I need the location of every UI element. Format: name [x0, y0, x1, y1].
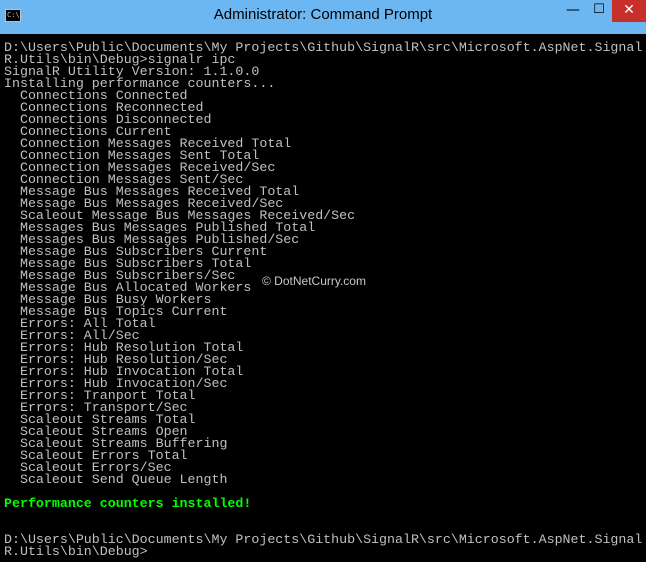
command-prompt-icon[interactable]: C:\. — [5, 9, 24, 22]
console-lines: D:\Users\Public\Documents\My Projects\Gi… — [4, 41, 642, 559]
console-line: Scaleout Send Queue Length — [4, 472, 228, 487]
close-button[interactable]: ✕ — [612, 0, 646, 22]
watermark: © DotNetCurry.com — [262, 274, 366, 288]
command-prompt-window: C:\. Administrator: Command Prompt — ☐ ✕… — [0, 0, 646, 562]
console-line: R.Utils\bin\Debug> — [4, 544, 148, 559]
minimize-button[interactable]: — — [560, 0, 586, 22]
success-message-line: Performance counters installed! — [4, 496, 252, 511]
title-bar[interactable]: C:\. Administrator: Command Prompt — ☐ ✕ — [0, 0, 646, 34]
console-output-area[interactable]: D:\Users\Public\Documents\My Projects\Gi… — [0, 34, 646, 562]
maximize-button[interactable]: ☐ — [586, 0, 612, 22]
window-title: Administrator: Command Prompt — [213, 6, 433, 23]
